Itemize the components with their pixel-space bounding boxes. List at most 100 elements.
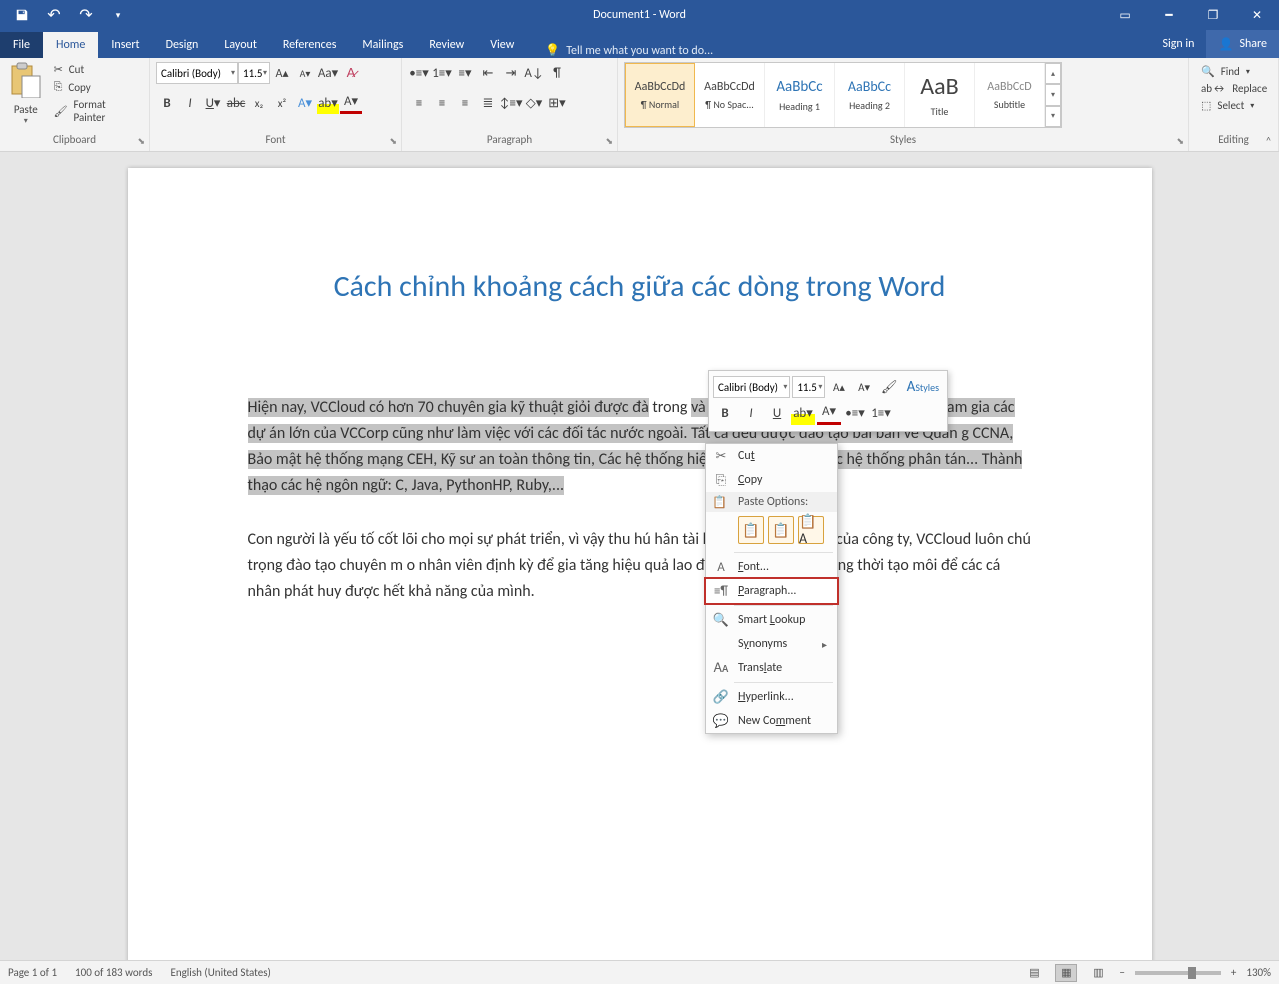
close-button[interactable]: ✕ <box>1235 0 1279 30</box>
font-launcher-icon[interactable]: ⬊ <box>389 135 397 149</box>
bold-button[interactable]: B <box>156 92 178 114</box>
paragraph-launcher-icon[interactable]: ⬊ <box>605 135 613 149</box>
increase-font-icon[interactable]: A▴ <box>271 62 293 84</box>
mini-font-size-combo[interactable]: 11.5▾ <box>792 376 825 398</box>
zoom-slider-thumb[interactable] <box>1188 967 1196 979</box>
context-paragraph[interactable]: ≡¶Paragraph... <box>704 577 839 605</box>
decrease-font-icon[interactable]: A▾ <box>294 62 316 84</box>
tab-review[interactable]: Review <box>416 32 477 58</box>
mini-highlight-icon[interactable]: ab▾ <box>791 401 815 425</box>
align-right-icon[interactable]: ≡ <box>454 92 476 114</box>
sign-in-link[interactable]: Sign in <box>1150 30 1206 58</box>
share-button[interactable]: 👤 Share <box>1206 30 1279 58</box>
context-font[interactable]: AFont... <box>706 555 837 579</box>
paragraph-2[interactable]: Con người là yếu tố cốt lõi cho mọi sự p… <box>248 527 1032 605</box>
read-mode-icon[interactable]: ▤ <box>1023 964 1045 982</box>
font-color-icon[interactable]: A▾ <box>340 92 362 114</box>
paste-keep-formatting-icon[interactable]: 📋 <box>738 516 764 544</box>
cut-button[interactable]: ✂Cut <box>50 62 143 77</box>
redo-icon[interactable]: ↷ <box>76 5 96 25</box>
paste-button[interactable]: Paste ▾ <box>6 62 46 126</box>
borders-icon[interactable]: ⊞▾ <box>546 92 568 114</box>
select-button[interactable]: ⬚Select▾ <box>1199 98 1269 113</box>
tab-layout[interactable]: Layout <box>211 32 270 58</box>
mini-styles-button[interactable]: AStyles <box>903 375 943 399</box>
mini-font-color-icon[interactable]: A▾ <box>817 401 841 425</box>
zoom-slider[interactable] <box>1135 971 1221 975</box>
find-button[interactable]: 🔍Find▾ <box>1199 64 1269 79</box>
mini-decrease-font-icon[interactable]: A▾ <box>852 375 875 399</box>
numbering-icon[interactable]: 1≡▾ <box>431 62 453 84</box>
superscript-button[interactable]: x² <box>271 92 293 114</box>
style-heading1[interactable]: AaBbCcHeading 1 <box>765 63 835 127</box>
replace-button[interactable]: ab↔Replace <box>1199 81 1269 96</box>
change-case-icon[interactable]: Aa▾ <box>317 62 339 84</box>
web-layout-icon[interactable]: ▥ <box>1087 964 1109 982</box>
print-layout-icon[interactable]: ▦ <box>1055 964 1077 982</box>
context-hyperlink[interactable]: 🔗Hyperlink... <box>706 685 837 709</box>
tab-file[interactable]: File <box>0 32 43 58</box>
status-language[interactable]: English (United States) <box>170 966 270 979</box>
underline-button[interactable]: U▾ <box>202 92 224 114</box>
font-size-combo[interactable]: 11.5▾ <box>238 62 270 84</box>
mini-increase-font-icon[interactable]: A▴ <box>827 375 850 399</box>
maximize-button[interactable]: ❐ <box>1191 0 1235 30</box>
style-normal[interactable]: AaBbCcDd¶ Normal <box>625 63 695 127</box>
status-page[interactable]: Page 1 of 1 <box>8 966 57 979</box>
mini-format-painter-icon[interactable]: 🖌 <box>878 375 901 399</box>
align-left-icon[interactable]: ≡ <box>408 92 430 114</box>
mini-underline-button[interactable]: U <box>765 401 789 425</box>
tab-design[interactable]: Design <box>153 32 212 58</box>
qat-customize-icon[interactable]: ▾ <box>108 5 128 25</box>
strikethrough-button[interactable]: abc <box>225 92 247 114</box>
justify-icon[interactable]: ≣ <box>477 92 499 114</box>
document-page[interactable]: Cách chỉnh khoảng cách giữa các dòng tro… <box>128 168 1152 960</box>
context-copy[interactable]: ⎘Copy <box>706 468 837 492</box>
paste-text-only-icon[interactable]: 📋A <box>798 516 824 544</box>
tab-insert[interactable]: Insert <box>98 32 152 58</box>
zoom-in-button[interactable]: + <box>1231 966 1236 979</box>
tab-mailings[interactable]: Mailings <box>349 32 416 58</box>
status-words[interactable]: 100 of 183 words <box>75 966 152 979</box>
sort-icon[interactable]: A↓ <box>523 62 545 84</box>
tab-home[interactable]: Home <box>43 32 98 58</box>
mini-numbering-icon[interactable]: 1≡▾ <box>869 401 893 425</box>
line-spacing-icon[interactable]: ↕≡▾ <box>500 92 522 114</box>
styles-gallery[interactable]: AaBbCcDd¶ Normal AaBbCcDd¶ No Spac... Aa… <box>624 62 1062 128</box>
mini-bold-button[interactable]: B <box>713 401 737 425</box>
multilevel-list-icon[interactable]: ≡▾ <box>454 62 476 84</box>
font-name-combo[interactable]: Calibri (Body)▾ <box>156 62 238 84</box>
highlight-icon[interactable]: ab▾ <box>317 92 339 114</box>
copy-button[interactable]: ⎘Copy <box>50 79 143 95</box>
style-no-spacing[interactable]: AaBbCcDd¶ No Spac... <box>695 63 765 127</box>
styles-expand-icon[interactable]: ▾ <box>1045 106 1061 127</box>
context-new-comment[interactable]: 💬New Comment <box>706 709 837 733</box>
context-smart-lookup[interactable]: 🔍Smart Lookup <box>706 608 837 632</box>
minimize-button[interactable]: ━ <box>1147 0 1191 30</box>
tell-me-search[interactable]: 💡 Tell me what you want to do... <box>545 43 713 58</box>
format-painter-button[interactable]: 🖌Format Painter <box>50 97 143 125</box>
paste-merge-formatting-icon[interactable]: 📋 <box>768 516 794 544</box>
shading-icon[interactable]: ◇▾ <box>523 92 545 114</box>
increase-indent-icon[interactable]: ⇥ <box>500 62 522 84</box>
styles-launcher-icon[interactable]: ⬊ <box>1176 135 1184 149</box>
align-center-icon[interactable]: ≡ <box>431 92 453 114</box>
document-heading[interactable]: Cách chỉnh khoảng cách giữa các dòng tro… <box>248 268 1032 305</box>
document-area[interactable]: Cách chỉnh khoảng cách giữa các dòng tro… <box>0 152 1279 960</box>
tab-view[interactable]: View <box>477 32 527 58</box>
context-cut[interactable]: ✂Cut <box>706 444 837 468</box>
mini-italic-button[interactable]: I <box>739 401 763 425</box>
clear-formatting-icon[interactable]: A̷ <box>340 62 362 84</box>
styles-scroll-up-icon[interactable]: ▴ <box>1045 63 1061 84</box>
subscript-button[interactable]: x₂ <box>248 92 270 114</box>
tab-references[interactable]: References <box>270 32 350 58</box>
clipboard-launcher-icon[interactable]: ⬊ <box>137 135 145 149</box>
italic-button[interactable]: I <box>179 92 201 114</box>
mini-bullets-icon[interactable]: •≡▾ <box>843 401 867 425</box>
show-hide-icon[interactable]: ¶ <box>546 62 568 84</box>
zoom-out-button[interactable]: − <box>1119 966 1124 979</box>
zoom-level[interactable]: 130% <box>1246 966 1271 979</box>
collapse-ribbon-icon[interactable]: ^ <box>1266 134 1271 147</box>
bullets-icon[interactable]: •≡▾ <box>408 62 430 84</box>
context-translate[interactable]: 🗛Translate <box>706 656 837 680</box>
